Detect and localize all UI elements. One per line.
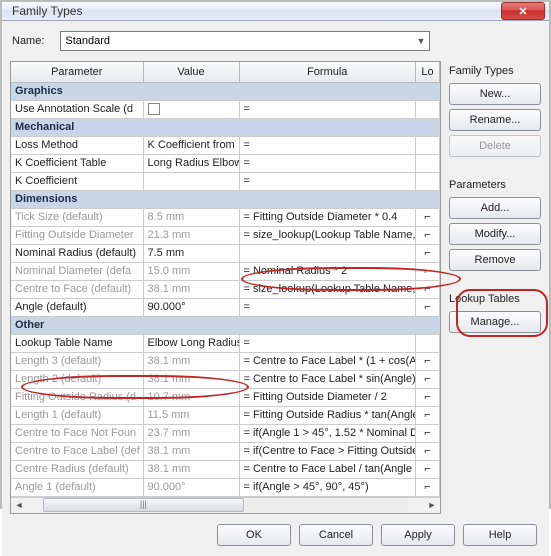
- name-row: Name: Standard ▼: [10, 27, 541, 61]
- dialog-body: Name: Standard ▼ Parameter Val: [2, 21, 549, 556]
- row-nominal-diameter[interactable]: Nominal Diameter (defa 15.0 mm = Nominal…: [11, 262, 440, 280]
- row-use-annotation-scale[interactable]: Use Annotation Scale (d =: [11, 100, 440, 118]
- row-length1[interactable]: Length 1 (default) 11.5 mm = Fitting Out…: [11, 406, 440, 424]
- col-header-formula[interactable]: Formula: [239, 62, 416, 82]
- row-length3[interactable]: Length 3 (default) 38.1 mm = Centre to F…: [11, 352, 440, 370]
- close-button[interactable]: ✕: [501, 2, 545, 20]
- grid-scroll[interactable]: Parameter Value Formula Lo Graphics Use …: [11, 62, 440, 497]
- checkbox-icon[interactable]: [148, 103, 160, 115]
- manage-button[interactable]: Manage...: [449, 311, 541, 333]
- horizontal-scrollbar[interactable]: ◄ ||| ►: [11, 497, 440, 513]
- row-centre-radius[interactable]: Centre Radius (default) 38.1 mm = Centre…: [11, 460, 440, 478]
- section-other[interactable]: Other: [11, 316, 440, 334]
- section-dimensions[interactable]: Dimensions: [11, 190, 440, 208]
- name-label: Name:: [12, 35, 44, 47]
- cancel-button[interactable]: Cancel: [299, 524, 373, 546]
- name-dropdown[interactable]: Standard ▼: [60, 31, 430, 51]
- col-header-value[interactable]: Value: [143, 62, 239, 82]
- apply-button[interactable]: Apply: [381, 524, 455, 546]
- row-ctf-not-found[interactable]: Centre to Face Not Foun 23.7 mm = if(Ang…: [11, 424, 440, 442]
- titlebar: Family Types ✕: [2, 2, 549, 21]
- sidebar: Family Types New... Rename... Delete Par…: [449, 61, 541, 514]
- grid-table: Parameter Value Formula Lo Graphics Use …: [11, 62, 440, 497]
- name-dropdown-value: Standard: [65, 35, 110, 47]
- main-row: Parameter Value Formula Lo Graphics Use …: [10, 61, 541, 514]
- row-length2[interactable]: Length 2 (default) 38.1 mm = Centre to F…: [11, 370, 440, 388]
- group-title-family-types: Family Types: [449, 65, 541, 77]
- group-title-parameters: Parameters: [449, 179, 541, 191]
- help-button[interactable]: Help: [463, 524, 537, 546]
- scroll-thumb[interactable]: |||: [43, 498, 244, 512]
- scroll-track[interactable]: |||: [43, 498, 408, 512]
- scroll-left-icon[interactable]: ◄: [11, 498, 27, 512]
- row-nominal-radius[interactable]: Nominal Radius (default) 7.5 mm ⌐: [11, 244, 440, 262]
- section-mechanical[interactable]: Mechanical: [11, 118, 440, 136]
- add-button[interactable]: Add...: [449, 197, 541, 219]
- row-centre-to-face[interactable]: Centre to Face (default) 38.1 mm = size_…: [11, 280, 440, 298]
- family-types-dialog: Family Types ✕ Name: Standard ▼: [2, 2, 549, 507]
- dialog-footer: OK Cancel Apply Help: [10, 514, 541, 548]
- grid-header-row: Parameter Value Formula Lo: [11, 62, 440, 82]
- row-k-coeff-table[interactable]: K Coefficient Table Long Radius Elbow =: [11, 154, 440, 172]
- window-title: Family Types: [12, 4, 501, 18]
- group-title-lookup-tables: Lookup Tables: [449, 293, 541, 305]
- row-fitting-or[interactable]: Fitting Outside Radius (d 10.7 mm = Fitt…: [11, 388, 440, 406]
- ok-button[interactable]: OK: [217, 524, 291, 546]
- row-angle1[interactable]: Angle 1 (default) 90.000° = if(Angle > 4…: [11, 478, 440, 496]
- row-k-coeff[interactable]: K Coefficient =: [11, 172, 440, 190]
- row-angle[interactable]: Angle (default) 90.000° = ⌐: [11, 298, 440, 316]
- parameters-grid: Parameter Value Formula Lo Graphics Use …: [10, 61, 441, 514]
- remove-button[interactable]: Remove: [449, 249, 541, 271]
- col-header-parameter[interactable]: Parameter: [11, 62, 143, 82]
- close-icon: ✕: [518, 5, 527, 18]
- rename-button[interactable]: Rename...: [449, 109, 541, 131]
- row-tick-size[interactable]: Tick Size (default) 8.5 mm = Fitting Out…: [11, 208, 440, 226]
- row-fitting-od[interactable]: Fitting Outside Diameter 21.3 mm = size_…: [11, 226, 440, 244]
- chevron-down-icon: ▼: [416, 36, 425, 46]
- col-header-lock[interactable]: Lo: [416, 62, 440, 82]
- scroll-right-icon[interactable]: ►: [424, 498, 440, 512]
- row-loss-method[interactable]: Loss Method K Coefficient from =: [11, 136, 440, 154]
- row-lookup-table-name[interactable]: Lookup Table Name Elbow Long Radius - =: [11, 334, 440, 352]
- new-button[interactable]: New...: [449, 83, 541, 105]
- section-graphics[interactable]: Graphics: [11, 82, 440, 100]
- modify-button[interactable]: Modify...: [449, 223, 541, 245]
- row-ctf-label[interactable]: Centre to Face Label (def 38.1 mm = if(C…: [11, 442, 440, 460]
- delete-button: Delete: [449, 135, 541, 157]
